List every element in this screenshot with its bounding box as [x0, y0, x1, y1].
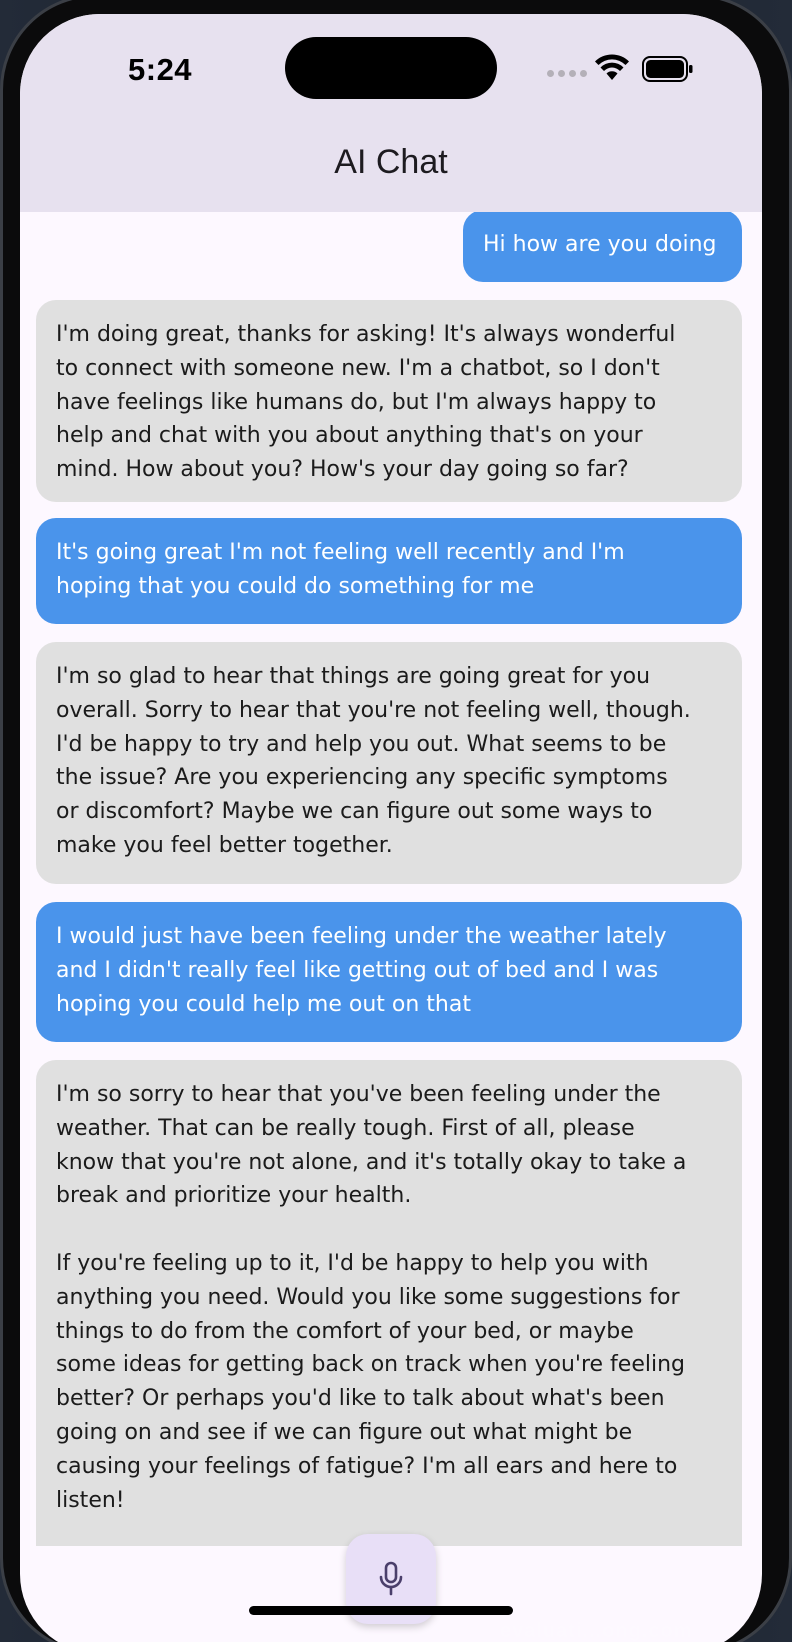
- user-message-bubble[interactable]: Hi how are you doing: [463, 212, 742, 282]
- chat-message-list[interactable]: Hi how are you doing I'm doing great, th…: [20, 212, 762, 1546]
- watermark-text: evaluati...ong.com: [500, 1620, 693, 1642]
- dynamic-island: [285, 37, 497, 99]
- microphone-icon: [379, 1561, 403, 1596]
- phone-screen: 5:24 AI Chat Hi how are you doing I'm do…: [20, 14, 762, 1642]
- status-time: 5:24: [128, 52, 193, 87]
- user-message-bubble[interactable]: It's going great I'm not feeling well re…: [36, 518, 742, 624]
- user-message-bubble[interactable]: I would just have been feeling under the…: [36, 902, 742, 1042]
- app-bar: AI Chat: [20, 124, 762, 212]
- cellular-signal-icon: [547, 70, 587, 77]
- page-title: AI Chat: [334, 142, 448, 181]
- bot-message-bubble[interactable]: I'm doing great, thanks for asking! It's…: [36, 300, 742, 502]
- wifi-icon: [595, 54, 629, 80]
- bot-message-bubble[interactable]: I'm so sorry to hear that you've been fe…: [36, 1060, 742, 1546]
- battery-icon: [642, 56, 693, 82]
- status-bar: 5:24: [20, 14, 762, 124]
- bot-message-bubble[interactable]: I'm so glad to hear that things are goin…: [36, 642, 742, 884]
- home-indicator[interactable]: [249, 1606, 513, 1615]
